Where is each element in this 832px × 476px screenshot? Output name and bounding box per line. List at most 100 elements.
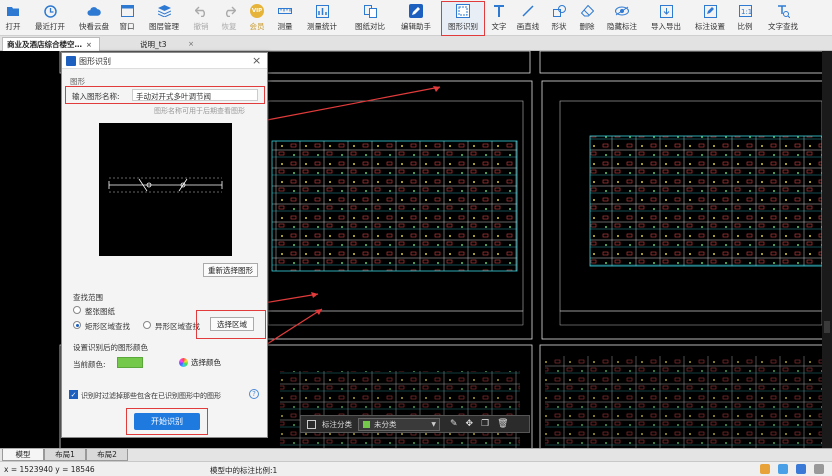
shape-recognition-dialog: 图形识别 × 图形 输入图形名称: 手动对开式多叶调节阀 图形名称可用于后期查看… <box>61 52 268 438</box>
scale-button[interactable]: 1:1 比例 <box>734 2 756 34</box>
toolbar-label: 图层管理 <box>149 22 179 31</box>
category-icon <box>307 419 316 429</box>
redo-icon <box>222 4 236 18</box>
close-icon[interactable]: × <box>252 54 261 67</box>
layer-manager-button[interactable]: 图层管理 <box>144 2 184 34</box>
reselect-shape-button[interactable]: 重新选择图形 <box>203 263 258 277</box>
delete-button[interactable]: 删除 <box>576 2 598 34</box>
toolbar-label: 打开 <box>5 22 21 31</box>
text-icon <box>492 4 506 18</box>
draw-line-button[interactable]: 画直线 <box>514 2 542 34</box>
scope-radio-rect[interactable] <box>73 321 81 329</box>
close-icon[interactable]: × <box>188 40 194 48</box>
scope-radio-whole[interactable] <box>73 306 81 314</box>
filter-checkbox[interactable]: ✓ <box>69 390 78 399</box>
scope-label-whole: 整张图纸 <box>85 307 115 316</box>
toolbar-label: 图纸对比 <box>355 22 385 31</box>
text-search-button[interactable]: 文字查找 <box>762 2 804 34</box>
window-button[interactable]: 窗口 <box>116 2 138 34</box>
shape-recognition-icon <box>456 4 470 18</box>
tab-layout-1[interactable]: 布局1 <box>44 449 86 461</box>
toolbar-label: 比例 <box>737 22 753 31</box>
right-panel-edge <box>822 51 832 448</box>
shape-name-value: 手动对开式多叶调节阀 <box>136 92 211 101</box>
edit-assistant-button[interactable]: 编辑助手 <box>396 2 436 34</box>
category-select[interactable]: 未分类 ▼ <box>358 417 440 431</box>
edit-icon[interactable]: ✎ <box>450 419 458 429</box>
cloud-button[interactable]: 快看云盘 <box>74 2 114 34</box>
vip-icon: VIP <box>250 4 264 18</box>
measure-stats-button[interactable]: 测量统计 <box>302 2 342 34</box>
hide-annotation-button[interactable]: 隐藏标注 <box>602 2 642 34</box>
color-section-title: 设置识别后的图形颜色 <box>73 343 148 352</box>
select-area-button[interactable]: 选择区域 <box>210 317 254 331</box>
redo-button[interactable]: 恢复 <box>218 2 240 34</box>
tab-label: 布局1 <box>55 450 75 459</box>
annotation-scale: 模型中的标注比例:1 <box>210 466 278 475</box>
text-button[interactable]: 文字 <box>488 2 510 34</box>
select-color-button[interactable]: 选择颜色 <box>179 356 229 369</box>
layout-tabs: 模型 布局1 布局2 <box>0 448 832 461</box>
cursor-coordinates: x = 1523940 y = 18546 <box>4 465 95 474</box>
copy-icon[interactable]: ❐ <box>481 419 489 429</box>
toolbar-label: 删除 <box>579 22 595 31</box>
delete-icon[interactable]: 🗑 <box>497 419 508 429</box>
status-icon-a[interactable] <box>760 464 770 474</box>
status-bar: x = 1523940 y = 18546 模型中的标注比例:1 <box>0 461 832 476</box>
status-icon-c[interactable] <box>796 464 806 474</box>
undo-icon <box>194 4 208 18</box>
shape-button[interactable]: 形状 <box>548 2 570 34</box>
tab-drawing-2[interactable]: 说明_t3 × <box>100 37 198 51</box>
tab-model[interactable]: 模型 <box>2 449 44 461</box>
annotation-settings-button[interactable]: 标注设置 <box>690 2 730 34</box>
filter-checkbox-label: 识别时过滤掉那些包含在已识别图形中的图形 <box>81 392 221 400</box>
toolbar-label: 标注设置 <box>695 22 725 31</box>
shape-preview <box>99 123 232 256</box>
folder-open-icon <box>6 4 20 18</box>
close-icon[interactable]: × <box>86 41 92 49</box>
tab-label: 说明_t3 <box>140 39 167 49</box>
hide-annotation-icon <box>615 4 629 18</box>
dialog-app-icon <box>66 56 76 66</box>
undo-button[interactable]: 撤销 <box>190 2 212 34</box>
toolbar-label: 撤销 <box>193 22 209 31</box>
start-recognition-button[interactable]: 开始识别 <box>134 413 200 430</box>
tab-drawing-1[interactable]: 商业及酒店综合楼空… × <box>2 37 100 51</box>
compare-button[interactable]: 图纸对比 <box>350 2 390 34</box>
status-icon-d[interactable] <box>814 464 824 474</box>
import-export-button[interactable]: 导入导出 <box>646 2 686 34</box>
shape-name-input[interactable]: 手动对开式多叶调节阀 <box>132 89 258 101</box>
toolbar-label: 文字 <box>491 22 507 31</box>
help-icon[interactable]: ? <box>249 389 259 399</box>
vip-button[interactable]: VIP 会员 <box>246 2 268 34</box>
scope-radio-irregular[interactable] <box>143 321 151 329</box>
toolbar-label: 隐藏标注 <box>607 22 637 31</box>
search-scope-title: 查找范围 <box>73 293 103 302</box>
toolbar-label: 最近打开 <box>35 22 65 31</box>
color-wheel-icon <box>179 358 188 367</box>
toolbar-label: 测量统计 <box>307 22 337 31</box>
category-value: 未分类 <box>374 419 397 429</box>
reselect-shape-label: 重新选择图形 <box>208 265 253 275</box>
shape-recognition-button[interactable]: 图形识别 <box>441 1 485 36</box>
text-search-icon <box>776 4 790 18</box>
dialog-titlebar[interactable]: 图形识别 × <box>62 53 267 69</box>
select-area-label: 选择区域 <box>217 319 247 329</box>
toolbar-label: 图形识别 <box>448 22 478 31</box>
tab-layout-2[interactable]: 布局2 <box>86 449 128 461</box>
recent-button[interactable]: 最近打开 <box>30 2 70 34</box>
open-button[interactable]: 打开 <box>2 2 24 34</box>
name-hint: 图形名称可用于后期查看图形 <box>154 107 245 115</box>
status-icon-b[interactable] <box>778 464 788 474</box>
eraser-icon <box>580 4 594 18</box>
category-label: 标注分类 <box>322 419 352 429</box>
move-icon[interactable]: ✥ <box>466 419 474 429</box>
toolbar-label: 画直线 <box>516 22 540 31</box>
toolbar-label: 恢复 <box>221 22 237 31</box>
tab-label: 模型 <box>15 450 31 459</box>
toolbar-label: 形状 <box>551 22 567 31</box>
measure-button[interactable]: 测量 <box>274 2 296 34</box>
annotation-settings-icon <box>703 4 717 18</box>
chevron-down-icon: ▼ <box>431 420 436 428</box>
svg-text:1:1: 1:1 <box>741 8 752 16</box>
